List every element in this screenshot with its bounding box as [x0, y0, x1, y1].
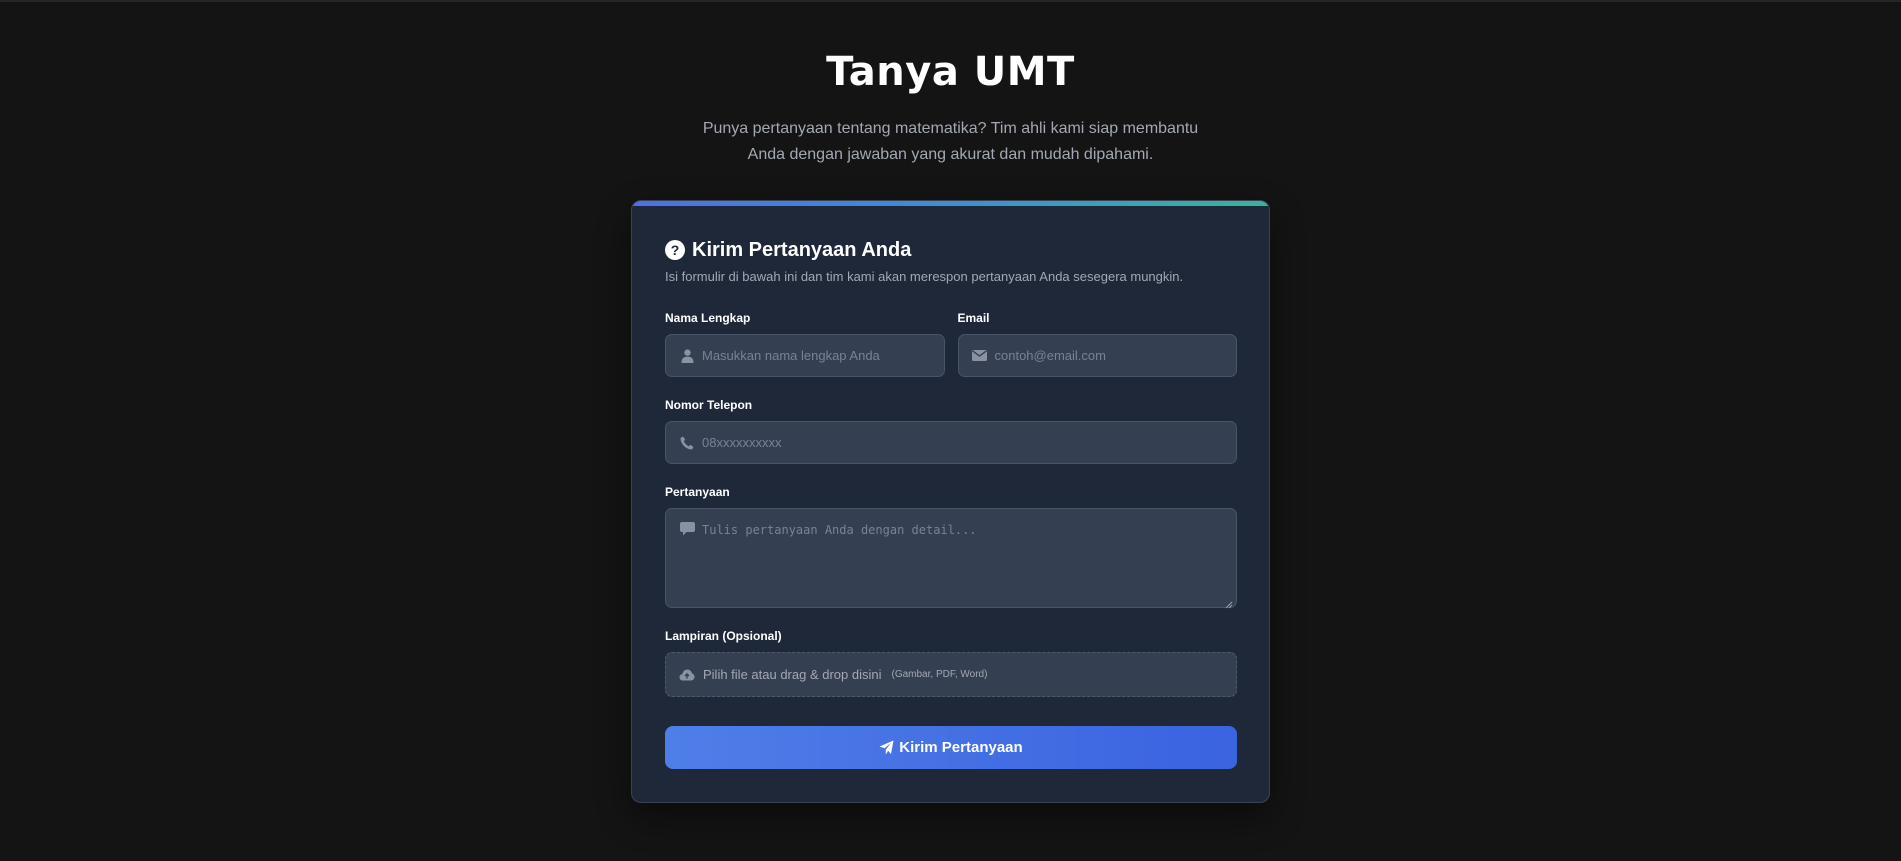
page-subtitle: Punya pertanyaan tentang matematika? Tim…	[702, 120, 1199, 163]
question-form-card: ? Kirim Pertanyaan Anda Isi formulir di …	[631, 200, 1270, 803]
cloud-upload-icon	[679, 669, 695, 681]
phone-label: Nomor Telepon	[665, 398, 753, 412]
upload-text: Pilih file atau drag & drop disini	[703, 667, 882, 682]
email-input[interactable]: contoh@email.com	[957, 334, 1237, 377]
form-title: Kirim Pertanyaan Anda	[692, 238, 912, 261]
phone-input[interactable]: 08xxxxxxxxxx	[665, 421, 1237, 464]
top-border	[0, 0, 1901, 2]
phone-icon	[679, 435, 695, 451]
email-label: Email	[957, 311, 990, 325]
resize-handle[interactable]	[1225, 596, 1233, 609]
name-email-row: Nama Lengkap Masukkan nama lengkap Anda …	[665, 310, 1237, 377]
name-field-group: Nama Lengkap Masukkan nama lengkap Anda	[665, 310, 945, 377]
envelope-icon	[972, 348, 988, 364]
question-placeholder: Tulis pertanyaan Anda dengan detail...	[702, 523, 977, 537]
email-placeholder: contoh@email.com	[994, 348, 1106, 363]
upload-hint: (Gambar, PDF, Word)	[891, 669, 988, 680]
question-label: Pertanyaan	[665, 485, 730, 499]
form-description: Isi formulir di bawah ini dan tim kami a…	[665, 269, 1184, 284]
submit-label: Kirim Pertanyaan	[899, 739, 1023, 756]
question-field-group: Pertanyaan Tulis pertanyaan Anda dengan …	[665, 484, 1237, 609]
phone-field-group: Nomor Telepon 08xxxxxxxxxx	[665, 397, 1237, 464]
file-upload-dropzone[interactable]: Pilih file atau drag & drop disini (Gamb…	[665, 652, 1237, 697]
paper-plane-icon	[879, 740, 894, 755]
comment-icon	[679, 522, 695, 538]
page-title: Tanya UMT	[826, 49, 1075, 95]
attachment-field-group: Lampiran (Opsional) Pilih file atau drag…	[665, 628, 1237, 697]
name-placeholder: Masukkan nama lengkap Anda	[702, 348, 880, 363]
submit-button[interactable]: Kirim Pertanyaan	[665, 726, 1237, 769]
card-accent-bar	[632, 201, 1269, 206]
phone-placeholder: 08xxxxxxxxxx	[702, 435, 782, 450]
email-field-group: Email contoh@email.com	[957, 310, 1237, 377]
attachment-label: Lampiran (Opsional)	[665, 629, 782, 643]
name-input[interactable]: Masukkan nama lengkap Anda	[665, 334, 945, 377]
question-textarea[interactable]: Tulis pertanyaan Anda dengan detail...	[665, 508, 1237, 609]
form-header: ? Kirim Pertanyaan Anda	[665, 237, 1237, 263]
hero: Tanya UMT Punya pertanyaan tentang matem…	[0, 48, 1901, 168]
name-label: Nama Lengkap	[665, 311, 751, 325]
question-circle-icon: ?	[665, 240, 685, 260]
user-icon	[679, 348, 695, 364]
